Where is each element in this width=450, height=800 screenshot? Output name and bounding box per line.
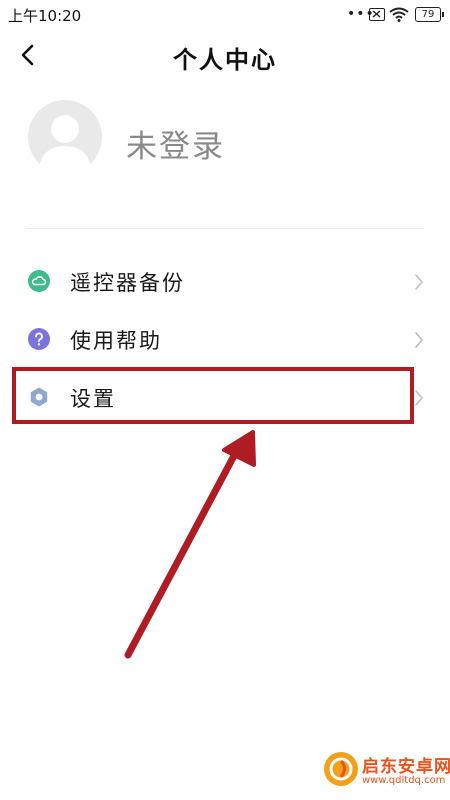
divider: [26, 228, 424, 229]
status-bar: 上午10:20 ••• 79: [0, 0, 450, 30]
no-sim-icon: [369, 8, 385, 21]
chevron-right-icon: [415, 332, 424, 348]
wifi-icon: [389, 7, 409, 26]
hexagon-gear-icon: [30, 387, 48, 407]
menu-item-help[interactable]: 使用帮助: [0, 310, 450, 368]
page-title: 个人中心: [173, 46, 277, 74]
cloud-icon: [28, 270, 50, 292]
menu-item-settings[interactable]: 设置: [0, 368, 450, 426]
watermark: 启东安卓网 www.qdltdq.com: [324, 748, 450, 796]
battery-icon: 79: [415, 7, 444, 22]
question-icon: [28, 328, 50, 350]
menu-item-label: 遥控器备份: [70, 271, 185, 295]
menu-item-label: 设置: [70, 387, 116, 411]
default-avatar-icon: [38, 115, 92, 174]
header: 个人中心: [0, 32, 450, 78]
avatar[interactable]: [28, 100, 102, 174]
chevron-right-icon: [415, 390, 424, 406]
watermark-title: 启东安卓网: [362, 757, 450, 777]
login-status-text[interactable]: 未登录: [126, 121, 225, 166]
watermark-url: www.qdltdq.com: [362, 775, 446, 786]
watermark-logo-icon: [324, 752, 358, 786]
menu-item-label: 使用帮助: [70, 329, 162, 353]
status-time: 上午10:20: [8, 7, 82, 25]
chevron-right-icon: [415, 274, 424, 290]
menu-item-remote-backup[interactable]: 遥控器备份: [0, 252, 450, 310]
